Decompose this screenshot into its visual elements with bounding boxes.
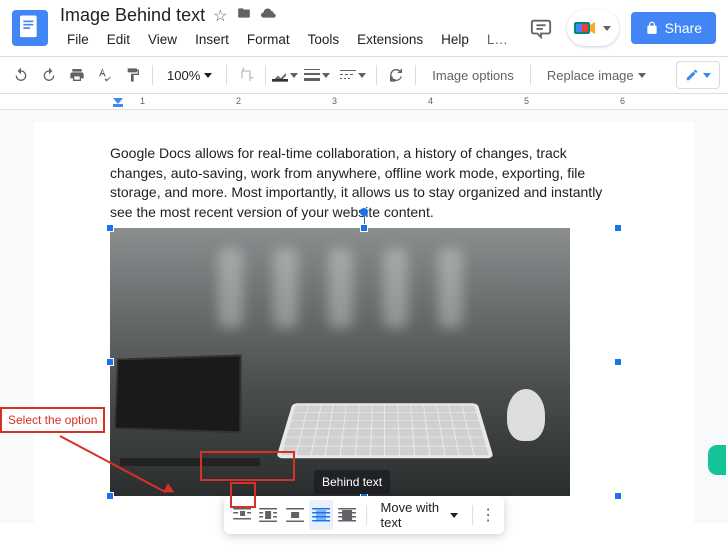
- ruler[interactable]: 1 2 3 4 5 6: [0, 94, 728, 110]
- indent-marker-icon[interactable]: [113, 98, 123, 110]
- resize-handle-ml[interactable]: [106, 358, 114, 366]
- annotation-box-tooltip: [200, 451, 295, 481]
- behind-text-button[interactable]: [309, 500, 333, 530]
- cloud-status-icon[interactable]: [261, 6, 277, 26]
- resize-handle-mr[interactable]: [614, 358, 622, 366]
- star-icon[interactable]: ☆: [213, 6, 227, 26]
- selected-image[interactable]: [110, 228, 570, 496]
- menu-tools[interactable]: Tools: [301, 28, 347, 51]
- image-options-button[interactable]: Image options: [422, 64, 524, 87]
- print-button[interactable]: [64, 62, 90, 88]
- border-color-button[interactable]: [272, 62, 298, 88]
- more-options-button[interactable]: ⋮: [478, 500, 497, 530]
- replace-image-button[interactable]: Replace image: [537, 64, 656, 87]
- app-header: Image Behind text ☆ File Edit View Inser…: [0, 0, 728, 56]
- menu-help[interactable]: Help: [434, 28, 476, 51]
- grammarly-icon[interactable]: [708, 445, 726, 475]
- resize-handle-tl[interactable]: [106, 224, 114, 232]
- rotate-button[interactable]: [383, 62, 409, 88]
- move-with-text-selector[interactable]: Move with text: [373, 500, 466, 530]
- share-label: Share: [665, 20, 702, 36]
- spellcheck-button[interactable]: [92, 62, 118, 88]
- laptop-graphic: [110, 356, 260, 466]
- crop-button[interactable]: [233, 62, 259, 88]
- zoom-selector[interactable]: 100%: [159, 64, 220, 87]
- menu-bar: File Edit View Insert Format Tools Exten…: [60, 28, 527, 51]
- document-title[interactable]: Image Behind text: [60, 5, 205, 26]
- front-text-button[interactable]: [335, 500, 359, 530]
- move-icon[interactable]: [237, 6, 251, 26]
- resize-handle-br[interactable]: [614, 492, 622, 500]
- paint-format-button[interactable]: [120, 62, 146, 88]
- comments-icon[interactable]: [527, 14, 555, 42]
- border-weight-button[interactable]: [300, 62, 334, 88]
- mouse-graphic: [507, 389, 545, 441]
- meet-button[interactable]: [567, 10, 619, 46]
- menu-format[interactable]: Format: [240, 28, 297, 51]
- title-area: Image Behind text ☆ File Edit View Inser…: [60, 5, 527, 51]
- selected-image-container: Behind text Move wi: [110, 228, 618, 496]
- page[interactable]: Google Docs allows for real-time collabo…: [34, 122, 694, 556]
- editing-mode-button[interactable]: [676, 61, 720, 89]
- image-position-toolbar: Move with text ⋮: [224, 496, 504, 534]
- menu-file[interactable]: File: [60, 28, 96, 51]
- break-text-button[interactable]: [283, 500, 307, 530]
- wrap-text-button[interactable]: [256, 500, 280, 530]
- resize-handle-tm[interactable]: [360, 224, 368, 232]
- annotation-box-button: [230, 482, 256, 508]
- resize-handle-bl[interactable]: [106, 492, 114, 500]
- menu-extensions[interactable]: Extensions: [350, 28, 430, 51]
- annotation-label: Select the option: [0, 407, 105, 433]
- border-dash-button[interactable]: [336, 62, 370, 88]
- toolbar: 100% Image options Replace image: [0, 56, 728, 94]
- redo-button[interactable]: [36, 62, 62, 88]
- menu-view[interactable]: View: [141, 28, 184, 51]
- keyboard-graphic: [276, 404, 494, 459]
- docs-logo-icon[interactable]: [12, 10, 48, 46]
- menu-edit[interactable]: Edit: [100, 28, 137, 51]
- tooltip: Behind text: [314, 470, 390, 494]
- menu-more[interactable]: L…: [480, 28, 515, 51]
- menu-insert[interactable]: Insert: [188, 28, 236, 51]
- resize-handle-tr[interactable]: [614, 224, 622, 232]
- share-button[interactable]: Share: [631, 12, 716, 44]
- undo-button[interactable]: [8, 62, 34, 88]
